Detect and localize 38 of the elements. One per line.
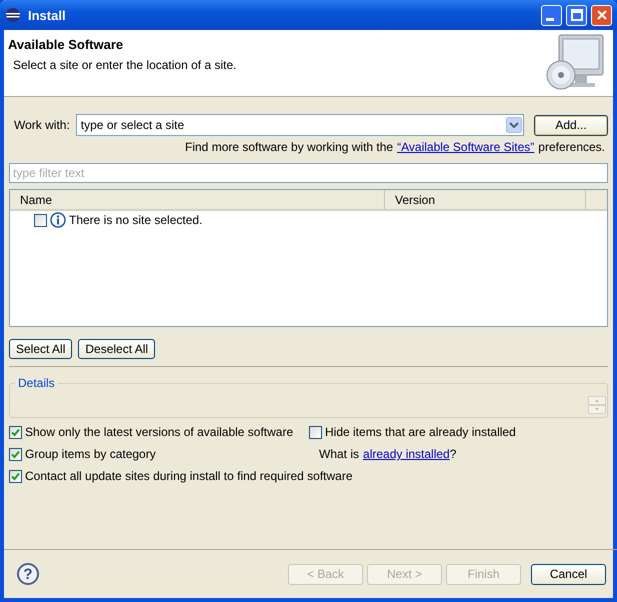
sphere-icon — [5, 7, 21, 23]
minimize-icon — [546, 18, 554, 20]
checkbox-label[interactable]: Show only the latest versions of available software — [25, 425, 294, 439]
checkbox[interactable] — [34, 214, 47, 226]
checkbox-label[interactable]: Contact all update sites during install to find required software — [25, 469, 353, 483]
close-icon — [596, 9, 608, 21]
help-button[interactable]: ? — [17, 563, 39, 585]
installed-link[interactable]: already installed — [363, 447, 450, 461]
details-title: Details — [17, 376, 56, 390]
close-button[interactable] — [591, 4, 612, 26]
column-header[interactable]: Version — [385, 190, 586, 209]
table-message: There is no site selected. — [69, 213, 202, 227]
sites-link[interactable]: “Available Software Sites” — [397, 140, 534, 154]
hint-text: Find more software by working with the — [185, 140, 394, 154]
hint-text: preferences. — [538, 140, 605, 154]
hint-text: What is — [319, 447, 360, 461]
selection-button[interactable]: Select All — [9, 339, 72, 359]
site-combo-box[interactable]: type or select a site — [76, 114, 524, 136]
page-title: Available Software — [8, 37, 124, 52]
minimize-button[interactable] — [541, 4, 562, 26]
add-button[interactable]: Add... — [534, 114, 608, 136]
maximize-button[interactable] — [566, 4, 587, 26]
maximize-icon — [570, 9, 582, 21]
column-header[interactable]: Name — [10, 190, 385, 209]
page-description: Select a site or enter the location of a site. — [13, 58, 238, 72]
checkbox[interactable] — [309, 426, 322, 438]
hint-text: ? — [450, 447, 456, 461]
window-title: Install — [28, 8, 66, 22]
checkbox[interactable] — [9, 448, 22, 460]
filter-field[interactable]: type filter text — [9, 163, 608, 183]
checkbox-label[interactable]: Group items by category — [25, 447, 156, 461]
checkbox[interactable] — [9, 470, 22, 482]
info-icon — [50, 212, 66, 228]
work-with-label: Work with: — [14, 118, 70, 132]
checkbox[interactable] — [9, 426, 22, 438]
checkbox-label[interactable]: Hide items that are already installed — [325, 425, 516, 439]
selection-button[interactable]: Deselect All — [78, 339, 156, 359]
wizard-button[interactable]: Cancel — [531, 564, 606, 584]
